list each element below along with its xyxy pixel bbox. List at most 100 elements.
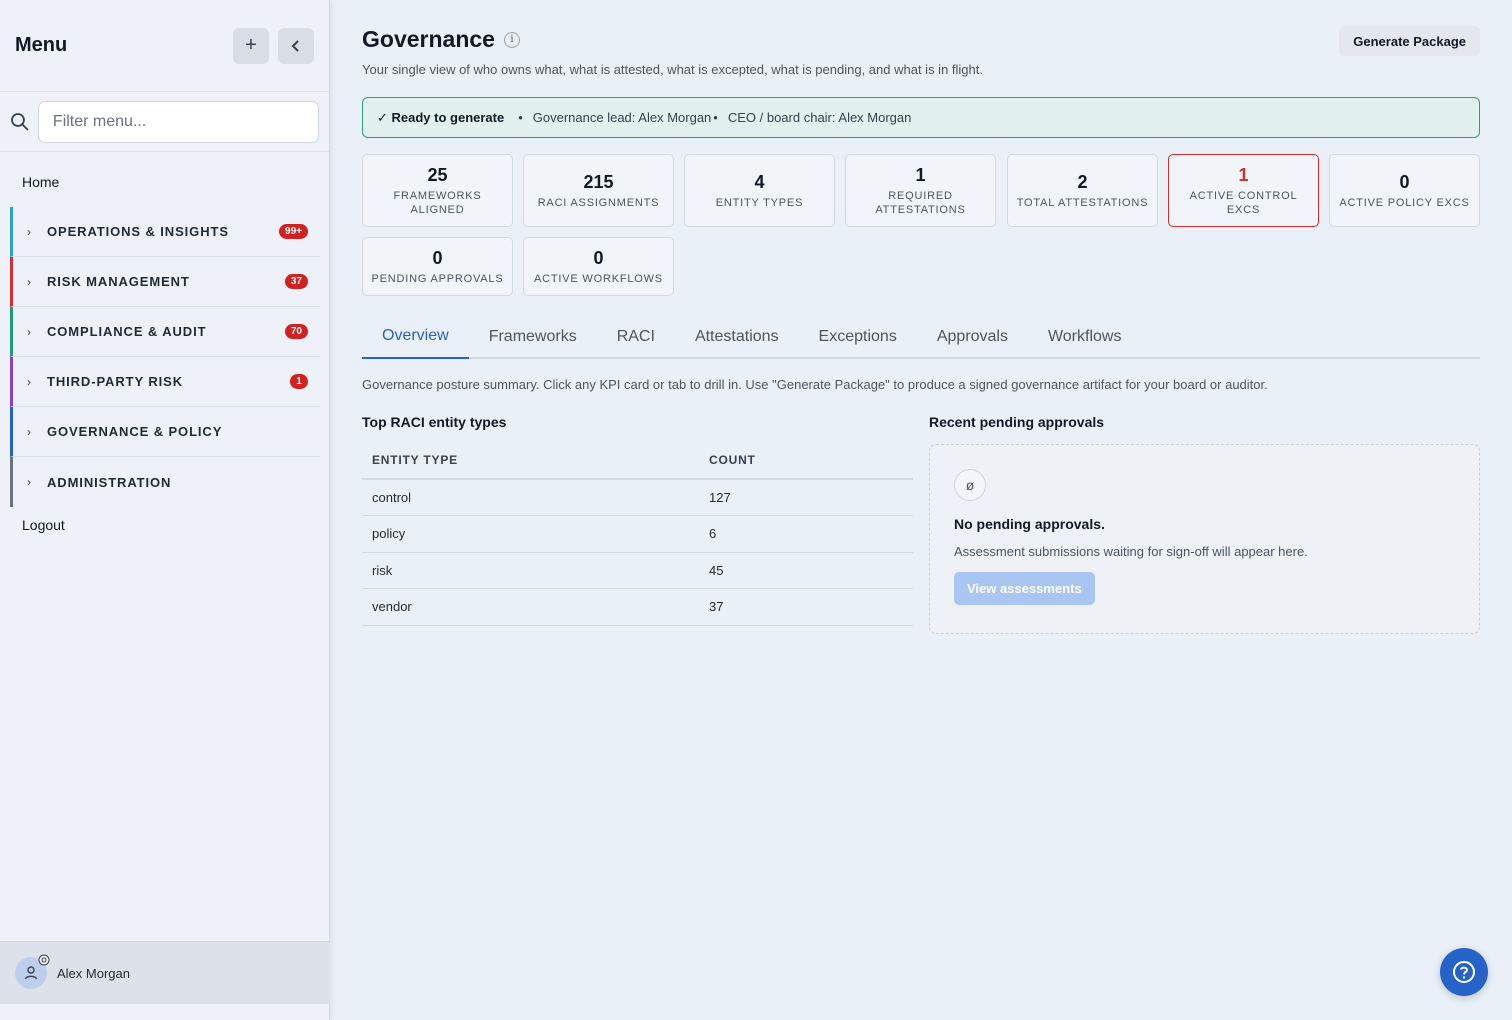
chevron-left-icon: [291, 39, 299, 52]
tab-bar: Overview Frameworks RACI Attestations Ex…: [362, 314, 1480, 359]
overview-summary: Governance posture summary. Click any KP…: [362, 377, 1268, 392]
filter-menu-input[interactable]: [37, 100, 319, 143]
tab-workflows[interactable]: Workflows: [1028, 314, 1142, 359]
table-row: control 127: [362, 479, 913, 516]
separator-dot: •: [713, 110, 718, 125]
kpi-label: PENDING APPROVALS: [371, 272, 504, 285]
column-header-count: COUNT: [699, 442, 913, 480]
governance-lead: Governance lead: Alex Morgan: [532, 110, 712, 125]
nav-group-label: COMPLIANCE & AUDIT: [47, 324, 207, 339]
kpi-card-active-workflows[interactable]: 0 ACTIVE WORKFLOWS: [523, 237, 674, 296]
kpi-label: ACTIVE WORKFLOWS: [534, 272, 663, 285]
user-profile[interactable]: Alex Morgan: [0, 941, 330, 1004]
nav-group-compliance-audit[interactable]: › COMPLIANCE & AUDIT 70: [10, 307, 320, 357]
entity-type-cell: control: [362, 479, 699, 516]
tab-frameworks[interactable]: Frameworks: [469, 314, 597, 359]
kpi-card-frameworks-aligned[interactable]: 25 FRAMEWORKS ALIGNED: [362, 154, 513, 227]
help-button[interactable]: [1440, 948, 1488, 996]
nav-group-label: ADMINISTRATION: [47, 474, 172, 490]
count-cell: 127: [699, 479, 913, 516]
count-cell: 6: [699, 515, 913, 553]
view-assessments-button[interactable]: View assessments: [954, 572, 1095, 605]
count-badge: 37: [284, 274, 308, 289]
tab-exceptions[interactable]: Exceptions: [799, 314, 917, 359]
sidebar-item-home[interactable]: Home: [0, 152, 329, 207]
empty-icon: ø: [954, 469, 986, 501]
kpi-label: ACTIVE POLICY EXCS: [1339, 196, 1470, 209]
kpi-label: ACTIVE CONTROL EXCS: [1189, 189, 1298, 216]
sidebar-filter: [0, 92, 329, 152]
count-cell: 45: [699, 552, 913, 589]
kpi-value: 1: [915, 164, 926, 185]
chevron-right-icon: ›: [27, 424, 31, 439]
nav-group-administration[interactable]: › ADMINISTRATION: [10, 457, 320, 507]
tab-raci[interactable]: RACI: [597, 314, 675, 359]
nav-group-risk-management[interactable]: › RISK MANAGEMENT 37: [10, 257, 320, 307]
nav-group-governance-policy[interactable]: › GOVERNANCE & POLICY: [10, 407, 320, 457]
nav-group-label: RISK MANAGEMENT: [47, 274, 190, 289]
help-icon: [1453, 961, 1475, 983]
nav-group-label: GOVERNANCE & POLICY: [47, 424, 223, 439]
generate-package-button[interactable]: Generate Package: [1339, 26, 1480, 56]
chevron-right-icon: ›: [27, 274, 31, 289]
page-title: Governance: [362, 26, 495, 52]
board-chair: CEO / board chair: Alex Morgan: [727, 110, 912, 125]
sidebar-header: Menu +: [0, 0, 329, 92]
raci-section-title: Top RACI entity types: [362, 414, 507, 430]
ready-status: ✓ Ready to generate: [377, 109, 505, 125]
avatar: [15, 954, 50, 989]
chevron-right-icon: ›: [27, 475, 31, 489]
kpi-card-active-policy-excs[interactable]: 0 ACTIVE POLICY EXCS: [1329, 154, 1480, 227]
entity-type-cell: policy: [362, 515, 699, 553]
empty-state-description: Assessment submissions waiting for sign-…: [954, 544, 1308, 559]
kpi-label: REQUIRED ATTESTATIONS: [875, 189, 966, 216]
tab-attestations[interactable]: Attestations: [675, 314, 799, 359]
entity-type-cell: risk: [362, 552, 699, 589]
table-header-row: ENTITY TYPE COUNT: [362, 442, 913, 480]
chevron-right-icon: ›: [27, 324, 31, 339]
title-row: Governance i: [362, 26, 520, 53]
kpi-value: 4: [754, 171, 765, 192]
table-row: vendor 37: [362, 588, 913, 626]
kpi-card-required-attestations[interactable]: 1 REQUIRED ATTESTATIONS: [845, 154, 996, 227]
add-button[interactable]: +: [233, 27, 269, 64]
kpi-card-entity-types[interactable]: 4 ENTITY TYPES: [684, 154, 835, 227]
approvals-section-title: Recent pending approvals: [929, 414, 1105, 430]
kpi-value: 0: [1399, 171, 1410, 192]
count-badge: 70: [284, 324, 308, 339]
kpi-label: FRAMEWORKS ALIGNED: [393, 189, 482, 216]
kpi-card-raci-assignments[interactable]: 215 RACI ASSIGNMENTS: [523, 154, 674, 227]
kpi-value: 1: [1238, 164, 1249, 185]
chevron-right-icon: ›: [27, 224, 31, 239]
kpi-label: RACI ASSIGNMENTS: [537, 196, 660, 209]
tab-approvals[interactable]: Approvals: [917, 314, 1028, 359]
collapse-sidebar-button[interactable]: [278, 27, 314, 64]
table-row: policy 6: [362, 515, 913, 553]
raci-table: ENTITY TYPE COUNT control 127 policy 6 r…: [362, 442, 913, 626]
kpi-card-total-attestations[interactable]: 2 TOTAL ATTESTATIONS: [1007, 154, 1158, 227]
kpi-label: TOTAL ATTESTATIONS: [1016, 196, 1149, 209]
column-header-entity-type: ENTITY TYPE: [362, 442, 699, 480]
kpi-value: 0: [593, 247, 604, 268]
user-name: Alex Morgan: [57, 965, 130, 981]
page-subtitle: Your single view of who owns what, what …: [362, 62, 983, 77]
info-icon[interactable]: i: [503, 31, 520, 48]
nav-group-third-party-risk[interactable]: › THIRD-PARTY RISK 1: [10, 357, 320, 407]
nav-group-operations-insights[interactable]: › OPERATIONS & INSIGHTS 99+: [10, 207, 320, 257]
table-row: risk 45: [362, 552, 913, 589]
plus-icon: +: [245, 34, 257, 56]
search-icon: [11, 112, 29, 131]
status-banner: ✓ Ready to generate • Governance lead: A…: [362, 97, 1480, 138]
empty-state-card: ø No pending approvals. Assessment submi…: [929, 444, 1480, 634]
kpi-card-active-control-excs[interactable]: 1 ACTIVE CONTROL EXCS: [1168, 154, 1319, 227]
tab-overview[interactable]: Overview: [362, 314, 469, 359]
kpi-card-pending-approvals[interactable]: 0 PENDING APPROVALS: [362, 237, 513, 296]
entity-type-cell: vendor: [362, 588, 699, 626]
logout-link[interactable]: Logout: [0, 507, 329, 543]
sidebar: Menu + Home › OPERATIONS & INSIGHTS 99+ …: [0, 0, 330, 1020]
count-badge: 1: [290, 374, 308, 389]
count-badge: 99+: [279, 224, 308, 239]
user-icon: [24, 966, 38, 980]
chevron-right-icon: ›: [27, 374, 31, 389]
count-cell: 37: [699, 588, 913, 626]
